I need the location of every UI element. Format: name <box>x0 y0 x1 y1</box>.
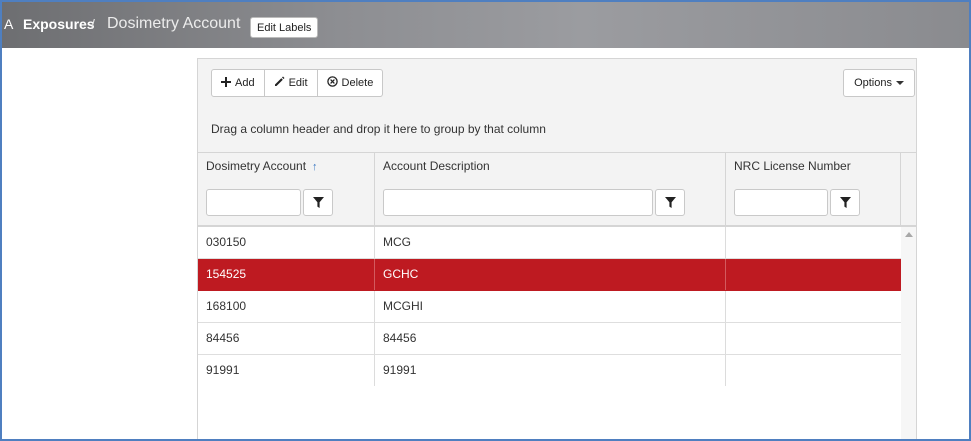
table-row[interactable]: 91991 91991 <box>198 355 901 386</box>
cell-description: MCGHI <box>375 291 726 322</box>
app-lead-char: A <box>4 16 14 32</box>
cell-license <box>726 355 901 386</box>
cell-account: 168100 <box>198 291 375 322</box>
table-row[interactable]: 030150 MCG <box>198 227 901 259</box>
scroll-up-arrow-icon[interactable] <box>905 232 913 237</box>
filter-cell-license <box>726 181 901 225</box>
cell-account: 154525 <box>198 259 375 290</box>
table-row[interactable]: 168100 MCGHI <box>198 291 901 323</box>
filter-cell-account <box>198 181 375 225</box>
top-bar: A Exposures / Dosimetry Account Edit Lab… <box>2 2 969 48</box>
cell-account: 84456 <box>198 323 375 354</box>
funnel-icon <box>664 197 676 208</box>
account-filter-input[interactable] <box>206 189 301 216</box>
column-header-label: Account Description <box>383 159 490 173</box>
cell-account: 91991 <box>198 355 375 386</box>
cell-account: 030150 <box>198 227 375 258</box>
options-label: Options <box>854 77 892 89</box>
arrow-up-icon: ↑ <box>312 161 318 173</box>
add-button[interactable]: Add <box>212 70 265 96</box>
options-dropdown-button[interactable]: Options <box>843 69 915 97</box>
grid-body: 030150 MCG 154525 GCHC 168100 MCGHI 8445… <box>198 227 901 386</box>
add-button-label: Add <box>235 77 255 89</box>
column-header-account-description[interactable]: Account Description <box>375 153 726 181</box>
license-filter-input[interactable] <box>734 189 828 216</box>
column-header-nrc-license-number[interactable]: NRC License Number <box>726 153 901 181</box>
pencil-icon <box>274 76 285 90</box>
license-filter-button[interactable] <box>830 189 860 216</box>
filter-row <box>198 181 916 227</box>
delete-button[interactable]: Delete <box>318 70 383 96</box>
data-grid: Add Edit Delete Options Drag a column he… <box>197 58 917 441</box>
cell-description: GCHC <box>375 259 726 290</box>
account-filter-button[interactable] <box>303 189 333 216</box>
caret-down-icon <box>896 81 904 85</box>
action-button-group: Add Edit Delete <box>211 69 384 97</box>
breadcrumb-separator: / <box>91 16 95 32</box>
column-header-row: Dosimetry Account ↑ Account Description N… <box>198 153 916 182</box>
column-header-label: NRC License Number <box>734 159 851 173</box>
plus-icon <box>221 76 231 90</box>
cell-license <box>726 323 901 354</box>
cell-license <box>726 291 901 322</box>
description-filter-button[interactable] <box>655 189 685 216</box>
funnel-icon <box>312 197 324 208</box>
funnel-icon <box>839 197 851 208</box>
vertical-scrollbar[interactable] <box>901 227 916 440</box>
page-title: Dosimetry Account <box>107 15 241 32</box>
column-header-dosimetry-account[interactable]: Dosimetry Account ↑ <box>198 153 375 181</box>
filter-cell-description <box>375 181 726 225</box>
cell-description: MCG <box>375 227 726 258</box>
group-drop-area[interactable]: Drag a column header and drop it here to… <box>198 107 916 153</box>
edit-labels-button[interactable]: Edit Labels <box>250 17 319 38</box>
delete-circle-icon <box>326 76 338 90</box>
description-filter-input[interactable] <box>383 189 653 216</box>
column-header-label: Dosimetry Account <box>206 159 307 173</box>
table-row-selected[interactable]: 154525 GCHC <box>198 259 901 291</box>
cell-license <box>726 227 901 258</box>
edit-button[interactable]: Edit <box>265 70 318 96</box>
edit-button-label: Edit <box>288 77 308 89</box>
cell-description: 91991 <box>375 355 726 386</box>
cell-license <box>726 259 901 290</box>
grid-toolbar: Add Edit Delete Options <box>198 59 916 108</box>
table-row[interactable]: 84456 84456 <box>198 323 901 355</box>
delete-button-label: Delete <box>341 77 374 89</box>
breadcrumb-exposures[interactable]: Exposures <box>23 16 95 32</box>
cell-description: 84456 <box>375 323 726 354</box>
